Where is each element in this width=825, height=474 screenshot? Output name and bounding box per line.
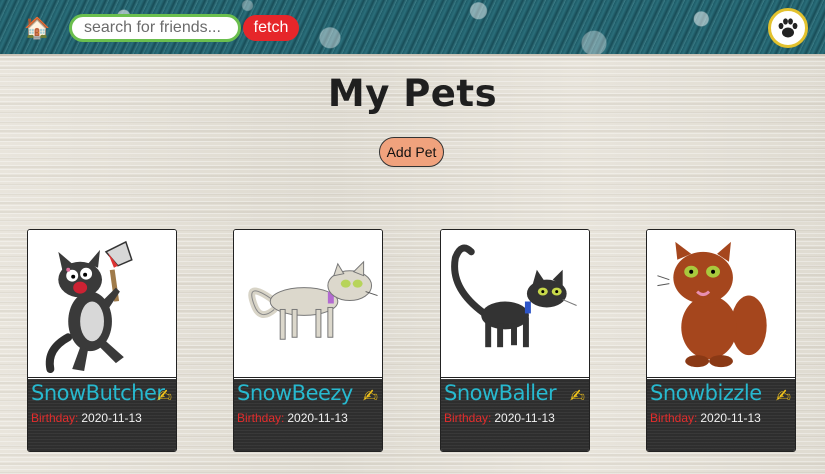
edit-icon[interactable]: ✍ bbox=[570, 386, 585, 407]
birthday-value: 2020-11-13 bbox=[700, 411, 761, 425]
pet-name[interactable]: SnowBaller bbox=[444, 381, 557, 405]
edit-icon[interactable]: ✍ bbox=[776, 386, 791, 407]
pet-name[interactable]: Snowbizzle bbox=[650, 381, 762, 405]
birthday-label: Birthday: bbox=[237, 411, 285, 425]
pet-image-snowbutcher bbox=[28, 230, 176, 378]
pet-image-snowbizzle bbox=[647, 230, 795, 378]
pet-info: SnowButcher ✍ Birthday: 2020-11-13 bbox=[28, 379, 176, 451]
birthday-row: Birthday: 2020-11-13 bbox=[444, 411, 555, 425]
pet-name[interactable]: SnowBeezy bbox=[237, 381, 353, 405]
birthday-label: Birthday: bbox=[444, 411, 492, 425]
pet-name[interactable]: SnowButcher bbox=[31, 381, 165, 405]
pet-image-snowballer bbox=[441, 230, 589, 378]
home-icon[interactable]: 🏠 bbox=[24, 15, 50, 41]
pet-image-snowbeezy bbox=[234, 230, 382, 378]
pet-card[interactable]: SnowButcher ✍ Birthday: 2020-11-13 bbox=[27, 229, 177, 452]
birthday-row: Birthday: 2020-11-13 bbox=[31, 411, 142, 425]
page-title: My Pets bbox=[327, 72, 498, 115]
pet-card[interactable]: SnowBeezy ✍ Birthday: 2020-11-13 bbox=[233, 229, 383, 452]
pet-card[interactable]: Snowbizzle ✍ Birthday: 2020-11-13 bbox=[646, 229, 796, 452]
add-pet-button[interactable]: Add Pet bbox=[379, 137, 444, 167]
search-input[interactable] bbox=[69, 14, 241, 42]
birthday-value: 2020-11-13 bbox=[287, 411, 348, 425]
birthday-value: 2020-11-13 bbox=[81, 411, 142, 425]
pet-info: SnowBeezy ✍ Birthday: 2020-11-13 bbox=[234, 379, 382, 451]
avatar[interactable] bbox=[768, 8, 808, 48]
pet-card[interactable]: SnowBaller ✍ Birthday: 2020-11-13 bbox=[440, 229, 590, 452]
paw-icon bbox=[778, 18, 798, 38]
pet-info: SnowBaller ✍ Birthday: 2020-11-13 bbox=[441, 379, 589, 451]
edit-icon[interactable]: ✍ bbox=[363, 386, 378, 407]
birthday-row: Birthday: 2020-11-13 bbox=[650, 411, 761, 425]
edit-icon[interactable]: ✍ bbox=[157, 386, 172, 407]
pet-info: Snowbizzle ✍ Birthday: 2020-11-13 bbox=[647, 379, 795, 451]
birthday-label: Birthday: bbox=[31, 411, 79, 425]
fetch-button[interactable]: fetch bbox=[243, 15, 299, 41]
birthday-value: 2020-11-13 bbox=[494, 411, 555, 425]
birthday-label: Birthday: bbox=[650, 411, 698, 425]
navbar: 🏠 fetch bbox=[0, 0, 825, 56]
birthday-row: Birthday: 2020-11-13 bbox=[237, 411, 348, 425]
